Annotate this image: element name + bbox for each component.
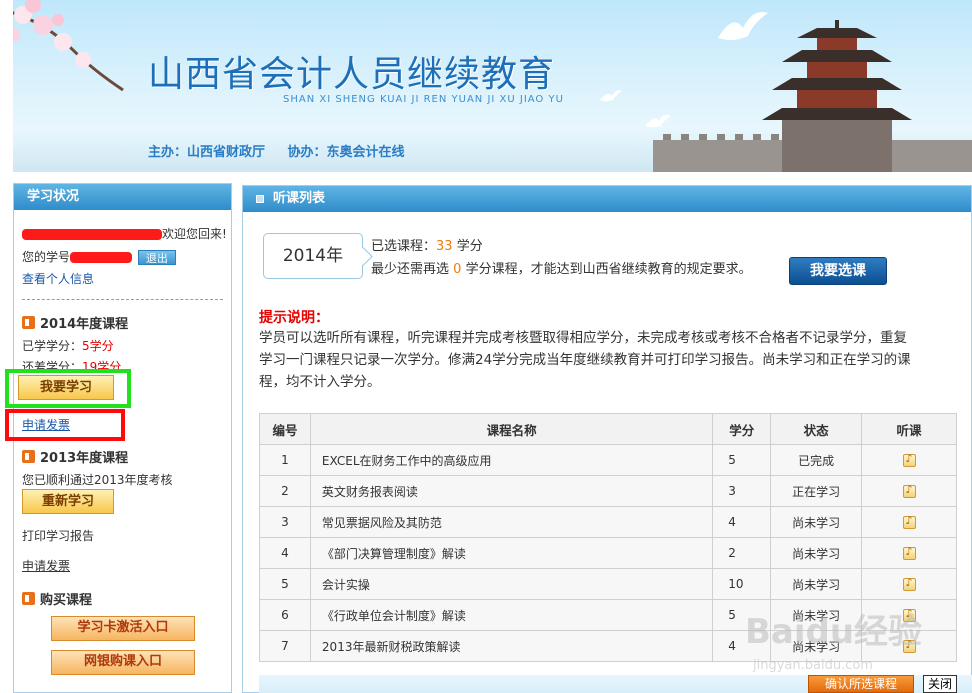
profile-link[interactable]: 查看个人信息 xyxy=(22,270,94,287)
welcome-line: 欢迎您回来! xyxy=(22,225,227,242)
table-row: 6 《行政单位会计制度》解读 5 尚未学习 xyxy=(259,599,957,631)
table-row: 3 常见票据风险及其防范 4 尚未学习 xyxy=(259,506,957,538)
earned-credits-value: 5学分 xyxy=(82,339,114,353)
status-badge: 尚未学习 xyxy=(770,568,863,600)
col-header-credit: 学分 xyxy=(712,413,772,445)
select-course-button[interactable]: 我要选课 xyxy=(789,257,887,285)
status-badge: 尚未学习 xyxy=(770,630,863,662)
header-square-icon xyxy=(256,195,264,203)
dove-icon xyxy=(645,114,671,128)
table-row: 1 EXCEL在财务工作中的高级应用 5 已完成 xyxy=(259,444,957,476)
status-badge: 已完成 xyxy=(770,444,863,476)
apply-invoice-2013-link[interactable]: 申请发票 xyxy=(22,557,70,574)
required-credits-line: 最少还需再选 0 学分课程，才能达到山西省继续教育的规定要求。 xyxy=(371,262,752,277)
student-no-label: 您的学号 xyxy=(22,250,71,264)
listen-icon[interactable] xyxy=(902,607,916,622)
status-badge: 尚未学习 xyxy=(770,537,863,569)
online-purchase-button[interactable]: 网银购课入口 xyxy=(51,650,195,675)
tower-decoration xyxy=(762,20,912,172)
site-title-pinyin: SHAN XI SHENG KUAI JI REN YUAN JI XU JIA… xyxy=(283,94,564,105)
status-badge: 尚未学习 xyxy=(770,599,863,631)
blossom-decoration xyxy=(13,0,124,92)
speaker-icon xyxy=(22,592,35,605)
confirm-selection-button[interactable]: 确认所选课程 xyxy=(808,675,914,693)
student-no-line: 您的学号 退出 xyxy=(22,248,176,265)
logout-button[interactable]: 退出 xyxy=(137,250,176,265)
required-credits-value: 0 xyxy=(453,262,462,277)
organizers: 主办：山西省财政厅 协办：东奥会计在线 xyxy=(148,141,423,160)
course-table: 编号 课程名称 学分 状态 听课 1 EXCEL在财务工作中的高级应用 5 已完… xyxy=(259,413,957,662)
table-row: 2 英文财务报表阅读 3 正在学习 xyxy=(259,475,957,507)
course-2014-title: 2014年度课程 xyxy=(22,313,128,332)
tip-text: 学员可以选听所有课程，听完课程并完成考核暨取得相应学分，未完成考核或考核不合格者… xyxy=(259,330,911,390)
speaker-icon xyxy=(22,450,35,463)
earned-credits-line: 已学学分：5学分 xyxy=(22,339,114,353)
host-org: 主办：山西省财政厅 xyxy=(148,145,266,160)
restudy-button[interactable]: 重新学习 xyxy=(22,489,114,514)
col-header-name: 课程名称 xyxy=(309,413,714,445)
table-row: 7 2013年最新财税政策解读 4 尚未学习 xyxy=(259,630,957,662)
year-badge: 2014年 xyxy=(263,233,363,279)
redacted-username xyxy=(22,229,162,240)
site-banner: 山西省会计人员继续教育 SHAN XI SHENG KUAI JI REN YU… xyxy=(13,0,972,172)
apply-invoice-2014-link[interactable]: 申请发票 xyxy=(22,416,70,433)
listen-icon[interactable] xyxy=(902,514,916,529)
page: 山西省会计人员继续教育 SHAN XI SHENG KUAI JI REN YU… xyxy=(0,0,972,693)
col-header-listen: 听课 xyxy=(861,413,957,445)
col-header-no: 编号 xyxy=(259,413,311,445)
start-study-button[interactable]: 我要学习 xyxy=(18,375,114,400)
passed-2013-text: 您已顺利通过2013年度考核 xyxy=(22,473,173,487)
speaker-icon xyxy=(22,316,35,329)
welcome-text: 欢迎您回来! xyxy=(162,227,227,241)
course-2013-title: 2013年度课程 xyxy=(22,447,128,466)
table-row: 5 会计实操 10 尚未学习 xyxy=(259,568,957,600)
status-badge: 尚未学习 xyxy=(770,506,863,538)
listen-icon[interactable] xyxy=(902,545,916,560)
site-title: 山西省会计人员继续教育 xyxy=(148,54,556,95)
table-row: 4 《部门决算管理制度》解读 2 尚未学习 xyxy=(259,537,957,569)
tip-title: 提示说明： xyxy=(259,310,329,326)
cohost-org: 协办：东奥会计在线 xyxy=(287,145,405,160)
course-list-panel: 听课列表 2014年 已选课程：33 学分 最少还需再选 0 学分课程，才能达到… xyxy=(242,185,972,693)
table-header-row: 编号 课程名称 学分 状态 听课 xyxy=(259,413,957,445)
sidebar-header: 学习状况 xyxy=(14,184,231,210)
redacted-student-no xyxy=(70,252,133,263)
selected-credits-value: 33 xyxy=(436,239,453,254)
selected-credits-line: 已选课程：33 学分 xyxy=(371,239,483,254)
divider xyxy=(22,299,223,300)
listen-icon[interactable] xyxy=(902,638,916,653)
study-status-sidebar: 学习状况 欢迎您回来! 您的学号 退出 查看个人信息 2014年度课程 已学学分… xyxy=(5,183,232,693)
dove-icon xyxy=(600,90,622,102)
col-header-status: 状态 xyxy=(770,413,863,445)
close-button[interactable]: 关闭 xyxy=(923,675,957,693)
status-badge: 正在学习 xyxy=(770,475,863,507)
listen-icon[interactable] xyxy=(902,452,916,467)
listen-icon[interactable] xyxy=(902,483,916,498)
listen-icon[interactable] xyxy=(902,576,916,591)
card-activation-button[interactable]: 学习卡激活入口 xyxy=(51,616,195,641)
panel-header: 听课列表 xyxy=(243,186,971,212)
purchase-title: 购买课程 xyxy=(22,589,92,608)
print-report-link[interactable]: 打印学习报告 xyxy=(22,527,94,544)
